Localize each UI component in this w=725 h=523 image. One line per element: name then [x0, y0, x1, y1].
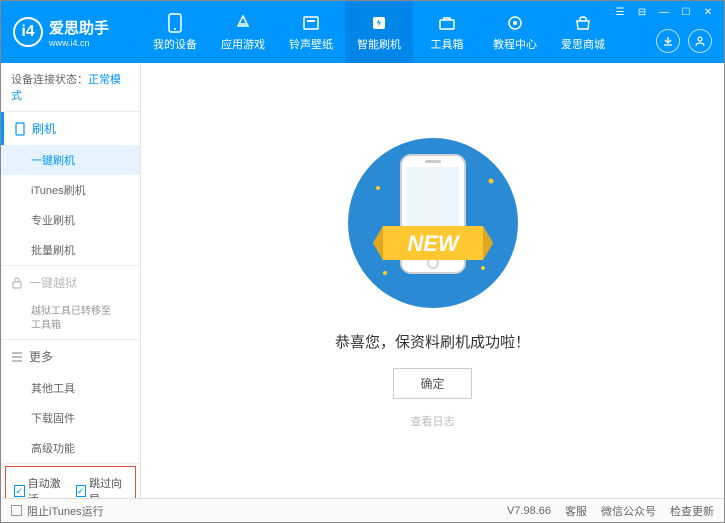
sidebar: 设备连接状态：正常模式 刷机 一键刷机 iTunes刷机 专业刷机 批量刷机 一…: [1, 63, 141, 498]
user-icon[interactable]: [688, 29, 712, 53]
sidebar-section-jailbreak[interactable]: 一键越狱: [1, 266, 140, 299]
app-title: 爱思助手: [49, 17, 109, 38]
pin-icon[interactable]: ⊟: [634, 5, 650, 19]
svg-text:NEW: NEW: [407, 231, 461, 256]
tab-store[interactable]: 爱思商城: [549, 1, 617, 63]
checkbox-skip-guide[interactable]: ✓跳过向导: [76, 475, 128, 498]
sidebar-item-other[interactable]: 其他工具: [1, 373, 140, 403]
app-url: www.i4.cn: [49, 38, 109, 48]
list-icon: [11, 352, 23, 362]
checkbox-block-itunes[interactable]: [11, 505, 22, 516]
window-controls: ☰ ⊟ — ☐ ✕: [612, 5, 716, 19]
tab-my-device[interactable]: 我的设备: [141, 1, 209, 63]
success-illustration: NEW: [343, 133, 523, 313]
tab-toolbox[interactable]: 工具箱: [413, 1, 481, 63]
sidebar-section-more[interactable]: 更多: [1, 340, 140, 373]
main-content: NEW 恭喜您，保资料刷机成功啦！ 确定 查看日志: [141, 63, 724, 498]
options-box: ✓自动激活 ✓跳过向导: [5, 466, 136, 498]
menu-icon[interactable]: ☰: [612, 5, 628, 19]
nav-tabs: 我的设备 应用游戏 铃声壁纸 智能刷机 工具箱 教程中心 爱思商城: [141, 1, 617, 63]
wechat-link[interactable]: 微信公众号: [601, 503, 656, 519]
footer: 阻止iTunes运行 V7.98.66 客服 微信公众号 检查更新: [1, 498, 724, 522]
wallpaper-icon: [301, 13, 321, 33]
version-label: V7.98.66: [507, 505, 551, 517]
close-icon[interactable]: ✕: [700, 5, 716, 19]
success-message: 恭喜您，保资料刷机成功啦！: [335, 331, 530, 352]
tab-ringtones[interactable]: 铃声壁纸: [277, 1, 345, 63]
update-link[interactable]: 检查更新: [670, 503, 714, 519]
maximize-icon[interactable]: ☐: [678, 5, 694, 19]
logo-area: i4 爱思助手 www.i4.cn: [1, 17, 141, 48]
store-icon: [573, 13, 593, 33]
sidebar-item-batch[interactable]: 批量刷机: [1, 235, 140, 265]
header-actions: [656, 29, 712, 53]
jailbreak-note: 越狱工具已转移至 工具箱: [1, 299, 140, 339]
logo-icon: i4: [13, 17, 43, 47]
tutorial-icon: [505, 13, 525, 33]
phone-small-icon: [14, 122, 26, 136]
phone-icon: [165, 13, 185, 33]
service-link[interactable]: 客服: [565, 503, 587, 519]
checkbox-icon: ✓: [76, 485, 87, 497]
lock-icon: [11, 277, 23, 289]
sidebar-item-firmware[interactable]: 下载固件: [1, 403, 140, 433]
download-icon[interactable]: [656, 29, 680, 53]
view-log-link[interactable]: 查看日志: [411, 413, 455, 429]
block-itunes-label: 阻止iTunes运行: [27, 503, 104, 519]
minimize-icon[interactable]: —: [656, 5, 672, 19]
connection-status: 设备连接状态：正常模式: [1, 63, 140, 112]
ok-button[interactable]: 确定: [393, 368, 471, 399]
sidebar-item-pro[interactable]: 专业刷机: [1, 205, 140, 235]
sidebar-item-oneclick[interactable]: 一键刷机: [1, 145, 140, 175]
tab-flash[interactable]: 智能刷机: [345, 1, 413, 63]
sidebar-section-flash[interactable]: 刷机: [1, 112, 140, 145]
apps-icon: [233, 13, 253, 33]
flash-icon: [369, 13, 389, 33]
sidebar-item-advanced[interactable]: 高级功能: [1, 433, 140, 463]
app-header: i4 爱思助手 www.i4.cn 我的设备 应用游戏 铃声壁纸 智能刷机 工具…: [1, 1, 724, 63]
sidebar-item-itunes[interactable]: iTunes刷机: [1, 175, 140, 205]
tab-tutorials[interactable]: 教程中心: [481, 1, 549, 63]
checkbox-icon: ✓: [14, 485, 25, 497]
tab-apps[interactable]: 应用游戏: [209, 1, 277, 63]
toolbox-icon: [437, 13, 457, 33]
checkbox-auto-activate[interactable]: ✓自动激活: [14, 475, 66, 498]
